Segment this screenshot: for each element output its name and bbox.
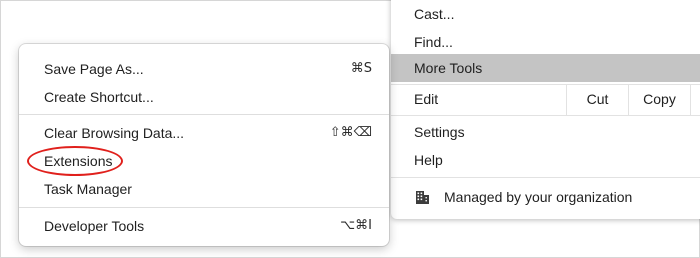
menu-item-label: Help [414, 152, 443, 168]
menu-item-label: Cast... [414, 6, 455, 22]
shortcut-label: ⌥⌘I [340, 218, 372, 233]
cut-button[interactable]: Cut [566, 84, 628, 115]
managed-by-organization[interactable]: Managed by your organization [391, 182, 700, 212]
submenu-item-developer-tools[interactable]: Developer Tools ⌥⌘I [19, 212, 389, 240]
submenu-item-label: Clear Browsing Data... [44, 125, 185, 141]
main-menu: Cast... Find... More Tools Edit Cut Copy… [391, 0, 700, 219]
edit-label: Edit [414, 91, 439, 107]
menu-item-settings[interactable]: Settings [391, 118, 700, 146]
copy-button[interactable]: Copy [628, 84, 690, 115]
submenu-item-save-page-as[interactable]: Save Page As... ⌘S [19, 55, 389, 83]
shortcut-label: ⌘S [350, 61, 372, 76]
menu-item-label: More Tools [414, 60, 483, 76]
menu-item-cast[interactable]: Cast... [391, 0, 700, 28]
menu-separator [391, 115, 700, 116]
copy-button-label: Copy [643, 91, 676, 107]
submenu-item-task-manager[interactable]: Task Manager [19, 175, 389, 203]
extensions-highlight-circle [27, 146, 123, 176]
menu-separator [19, 207, 389, 208]
cut-button-label: Cut [586, 91, 609, 107]
submenu-item-label: Developer Tools [44, 218, 145, 234]
edit-row: Edit Cut Copy [391, 84, 700, 115]
menu-item-label: Settings [414, 124, 465, 140]
submenu-item-clear-browsing-data[interactable]: Clear Browsing Data... ⇧⌘⌫ [19, 119, 389, 147]
menu-item-find[interactable]: Find... [391, 28, 700, 56]
building-icon [416, 191, 429, 204]
submenu-item-create-shortcut[interactable]: Create Shortcut... [19, 83, 389, 111]
menu-item-more-tools[interactable]: More Tools [391, 54, 700, 82]
more-tools-submenu: Save Page As... ⌘S Create Shortcut... Cl… [19, 44, 389, 246]
submenu-item-label: Task Manager [44, 181, 132, 197]
menu-item-help[interactable]: Help [391, 146, 700, 174]
menu-separator [19, 114, 389, 115]
menu-separator [391, 177, 700, 178]
submenu-item-label: Save Page As... [44, 61, 144, 77]
paste-button[interactable] [690, 84, 700, 115]
menu-item-label: Find... [414, 34, 453, 50]
shortcut-label: ⇧⌘⌫ [329, 125, 372, 140]
managed-label: Managed by your organization [444, 189, 633, 205]
submenu-item-label: Create Shortcut... [44, 89, 154, 105]
